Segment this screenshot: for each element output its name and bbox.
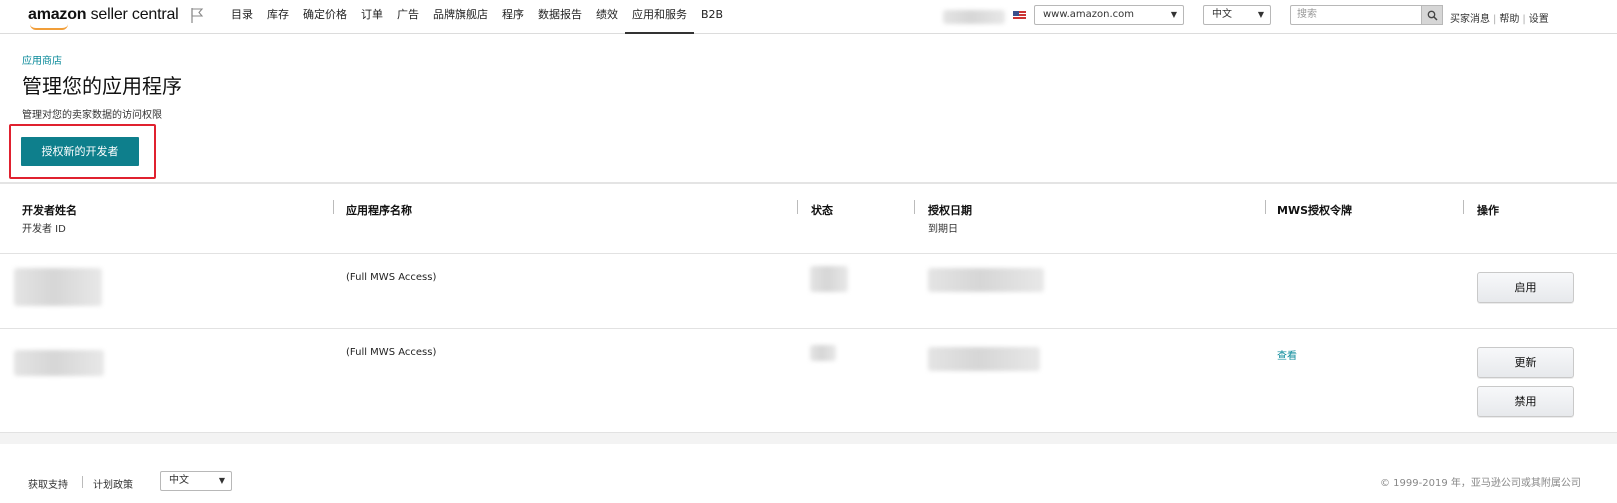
program-policies-link[interactable]: 计划政策 (93, 476, 133, 491)
footer-language-select[interactable]: 中文 ▼ (160, 471, 232, 491)
flag-icon[interactable] (190, 7, 204, 23)
nav-item-catalog[interactable]: 目录 (224, 0, 260, 34)
column-header-actions: 操作 (1477, 202, 1499, 218)
column-separator (1265, 200, 1266, 214)
disable-button[interactable]: 禁用 (1477, 386, 1574, 417)
language-select-value: 中文 (1212, 9, 1232, 20)
column-header-label: MWS授权令牌 (1277, 204, 1353, 217)
column-header-label: 应用程序名称 (346, 204, 412, 217)
column-header-sublabel: 到期日 (928, 224, 958, 235)
top-navigation-bar: amazon seller central 目录 库存 确定价格 订单 广告 品… (0, 0, 1617, 34)
column-header-mws-token[interactable]: MWS授权令牌 (1277, 202, 1352, 218)
chevron-down-icon: ▼ (1257, 10, 1264, 19)
auth-date-blurred (928, 268, 1044, 292)
get-support-link[interactable]: 获取支持 (28, 476, 68, 491)
column-separator (333, 200, 334, 214)
app-name-cell: (Full MWS Access) (346, 347, 437, 358)
search-input[interactable]: 搜索 (1290, 5, 1443, 25)
column-header-sublabel: 开发者 ID (22, 224, 66, 235)
search-icon (1427, 10, 1438, 21)
search-button[interactable] (1421, 5, 1443, 25)
amazon-seller-central-logo[interactable]: amazon seller central (28, 6, 179, 30)
column-header-developer[interactable]: 开发者姓名 开发者 ID (22, 202, 77, 235)
column-header-status[interactable]: 状态 (811, 202, 833, 218)
nav-item-pricing[interactable]: 确定价格 (296, 0, 354, 34)
status-blurred (810, 345, 836, 361)
amazon-smile-icon (30, 24, 68, 30)
row-divider (0, 253, 1617, 254)
column-header-label: 操作 (1477, 204, 1499, 217)
auth-date-blurred (928, 347, 1040, 371)
column-header-app-name[interactable]: 应用程序名称 (346, 202, 412, 218)
status-blurred (810, 266, 848, 292)
column-separator (797, 200, 798, 214)
chevron-down-icon: ▼ (218, 476, 225, 485)
column-header-label: 授权日期 (928, 204, 972, 217)
nav-item-b2b[interactable]: B2B (694, 0, 730, 34)
marketplace-select-value: www.amazon.com (1043, 9, 1135, 20)
column-separator (1463, 200, 1464, 214)
row-divider (0, 328, 1617, 329)
page-description: 管理对您的卖家数据的访问权限 (22, 110, 162, 121)
authorize-new-developer-button[interactable]: 授权新的开发者 (21, 137, 139, 166)
column-header-label: 开发者姓名 (22, 204, 77, 217)
nav-item-stores[interactable]: 品牌旗舰店 (426, 0, 495, 34)
developer-name-blurred (14, 268, 102, 306)
footer-language-value: 中文 (169, 475, 189, 486)
breadcrumb-app-store[interactable]: 应用商店 (22, 52, 62, 67)
copyright-text: © 1999-2019 年，亚马逊公司或其附属公司 (1380, 478, 1581, 489)
nav-item-advertising[interactable]: 广告 (390, 0, 426, 34)
footer-separator (82, 476, 83, 488)
column-header-auth-date[interactable]: 授权日期 到期日 (928, 202, 972, 235)
seller-name-blurred (943, 10, 1005, 24)
page-title: 管理您的应用程序 (22, 74, 182, 98)
nav-item-inventory[interactable]: 库存 (260, 0, 296, 34)
us-flag-icon (1013, 11, 1026, 20)
main-menu: 目录 库存 确定价格 订单 广告 品牌旗舰店 程序 数据报告 绩效 应用和服务 … (224, 0, 730, 34)
nav-item-reports[interactable]: 数据报告 (531, 0, 589, 34)
enable-button[interactable]: 启用 (1477, 272, 1574, 303)
nav-item-orders[interactable]: 订单 (354, 0, 390, 34)
update-button[interactable]: 更新 (1477, 347, 1574, 378)
developer-name-blurred (14, 350, 104, 376)
settings-link[interactable]: 设置 (1529, 14, 1549, 25)
buyer-messages-link[interactable]: 买家消息 (1450, 14, 1490, 25)
help-link[interactable]: 帮助 (1499, 14, 1519, 25)
top-links: 买家消息 | 帮助 | 设置 (1450, 14, 1549, 25)
column-header-label: 状态 (811, 204, 833, 217)
section-divider (0, 182, 1617, 184)
logo-product-text: seller central (90, 6, 179, 23)
footer-divider (0, 432, 1617, 444)
nav-item-performance[interactable]: 绩效 (589, 0, 625, 34)
search-placeholder: 搜索 (1297, 9, 1317, 20)
nav-item-programs[interactable]: 程序 (495, 0, 531, 34)
marketplace-select[interactable]: www.amazon.com ▼ (1034, 5, 1184, 25)
view-token-link[interactable]: 查看 (1277, 347, 1297, 362)
column-separator (914, 200, 915, 214)
language-select[interactable]: 中文 ▼ (1203, 5, 1271, 25)
app-name-cell: (Full MWS Access) (346, 272, 437, 283)
chevron-down-icon: ▼ (1170, 10, 1177, 19)
nav-item-apps-services[interactable]: 应用和服务 (625, 0, 694, 34)
logo-amazon-text: amazon (28, 6, 87, 23)
